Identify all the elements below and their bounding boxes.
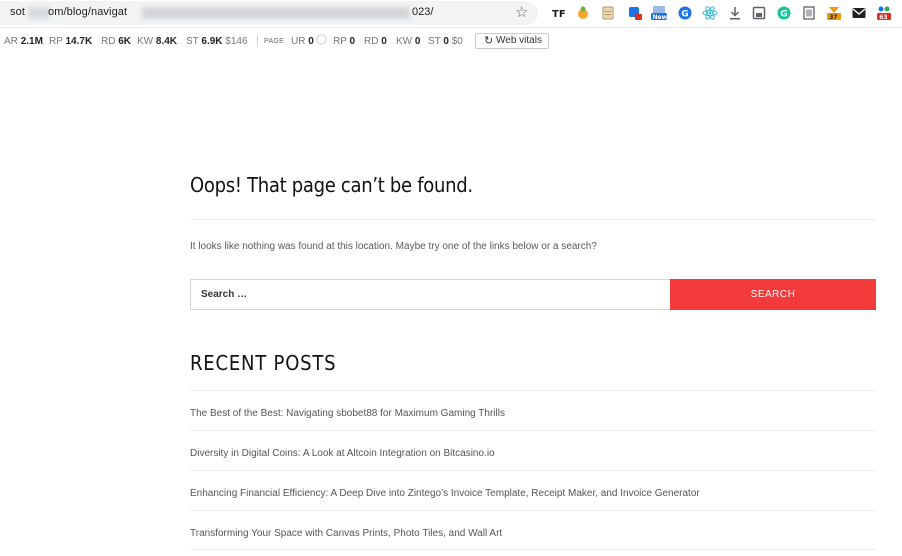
post-link[interactable]: Enhancing Financial Efficiency: A Deep D… [190,488,700,499]
post-link[interactable]: The Best of the Best: Navigating sbobet8… [190,408,505,419]
url-end: 023/ [412,6,434,18]
ext-orange-icon[interactable]: 37 [826,5,842,21]
recent-posts-heading: RECENT POSTS [190,351,337,375]
metric-rd: RD 6K [101,36,132,47]
url-path: om/blog/navigat [48,6,128,18]
title-divider [190,219,876,220]
search-button[interactable]: SEARCH [670,279,876,310]
ext-mail-icon[interactable] [851,5,867,21]
recent-posts-list: The Best of the Best: Navigating sbobet8… [190,390,876,550]
page-title: Oops! That page can’t be found. [190,173,473,197]
metric-rp: RP 14.7K [49,36,93,47]
url-start: sot [10,6,25,18]
seo-metrics-bar: AR 2.1M RP 14.7K RD 6K KW 8.4K ST 6.9K $… [0,31,902,53]
list-item: Diversity in Digital Coins: A Look at Al… [190,430,876,470]
url-blurred-domain [28,7,50,19]
refresh-icon: ↻ [484,35,494,47]
ext-grammarly-icon[interactable]: G [776,5,792,21]
list-item: Transforming Your Space with Canvas Prin… [190,510,876,550]
svg-text:TF: TF [552,9,566,20]
address-bar[interactable]: sot om/blog/navigat 023/ ☆ [0,1,538,25]
page-metrics-label: PAGE [264,38,285,45]
ext-g-icon[interactable]: G [677,5,693,21]
ext-bug-icon[interactable] [575,5,591,21]
extensions-row: TF New G G 37 63 [551,5,901,23]
ext-clipboard-icon[interactable] [600,5,616,21]
bookmark-star-icon[interactable]: ☆ [515,4,528,22]
metric-kw: KW 8.4K [137,36,178,47]
svg-text:G: G [681,10,688,20]
metric-page-rp: RP 0 [333,36,356,47]
svg-text:New: New [653,14,668,21]
web-vitals-label: Web vitals [496,35,542,46]
metric-st: ST 6.9K $146 [186,36,248,47]
ext-people-icon[interactable]: 63 [876,5,892,21]
ext-new-icon[interactable]: New [651,5,667,21]
svg-text:37: 37 [829,14,837,21]
list-item: Enhancing Financial Efficiency: A Deep D… [190,470,876,510]
svg-text:63: 63 [879,14,887,21]
ur-ring-icon [316,34,327,45]
list-bottom-divider [190,549,876,550]
not-found-message: It looks like nothing was found at this … [190,241,597,252]
ext-react-icon[interactable] [702,5,718,21]
metric-page-rd: RD 0 [364,36,387,47]
seo-divider [257,35,258,47]
metric-page-kw: KW 0 [396,36,421,47]
post-link[interactable]: Diversity in Digital Coins: A Look at Al… [190,448,495,459]
post-link[interactable]: Transforming Your Space with Canvas Prin… [190,528,502,539]
metric-ur: UR 0 [291,36,314,47]
url-blurred-slug [142,7,410,19]
svg-text:G: G [780,10,787,20]
browser-toolbar: sot om/blog/navigat 023/ ☆ TF New G G 37… [0,0,902,28]
web-vitals-button[interactable]: ↻ Web vitals [475,33,549,49]
list-item: The Best of the Best: Navigating sbobet8… [190,390,876,430]
ext-tf-icon[interactable]: TF [551,5,567,21]
search-form: SEARCH [190,279,876,310]
metric-ar: AR 2.1M [4,36,43,47]
metric-page-st: ST 0 $0 [428,36,463,47]
ext-download-icon[interactable] [727,5,743,21]
ext-puzzle-icon[interactable] [627,5,643,21]
search-input[interactable] [190,279,670,310]
ext-save-icon[interactable] [751,5,767,21]
ext-trash-icon[interactable] [801,5,817,21]
